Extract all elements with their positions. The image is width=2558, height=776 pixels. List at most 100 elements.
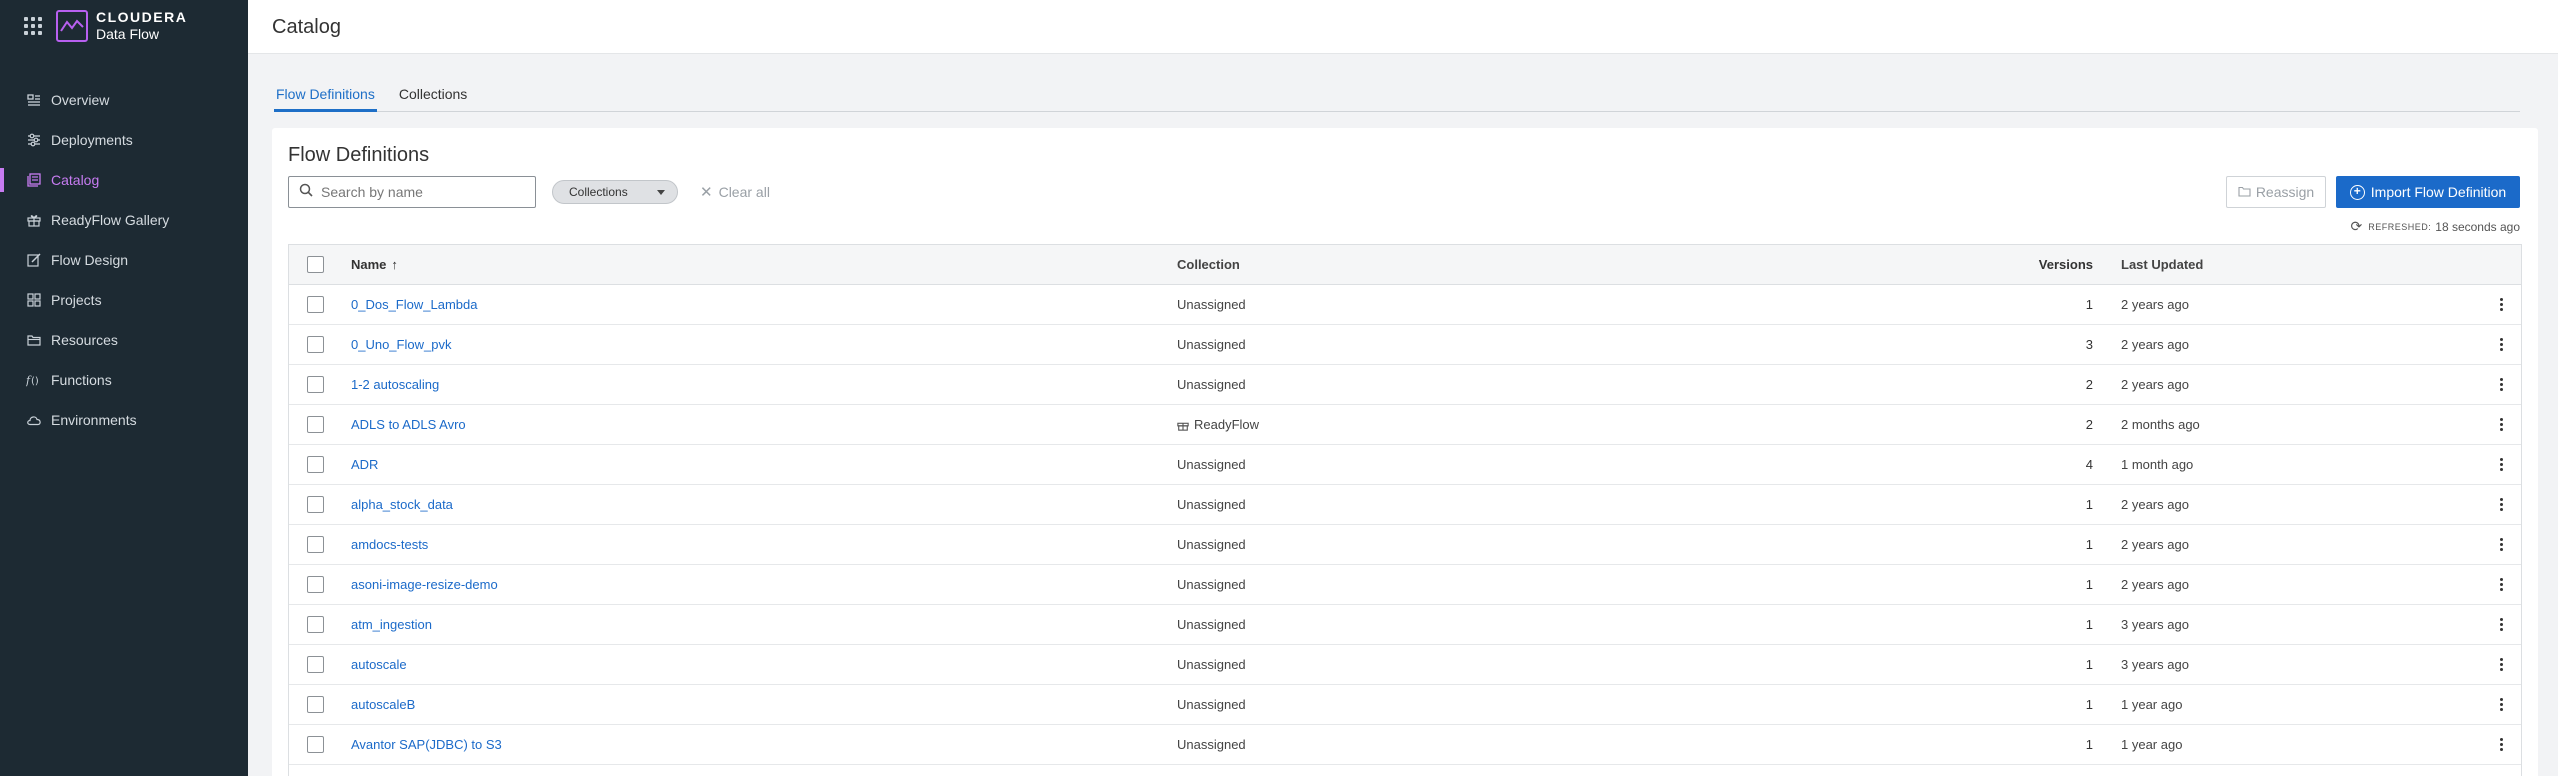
clear-all-button[interactable]: ✕ Clear all: [700, 180, 770, 204]
last-updated-cell: 1 month ago: [2121, 457, 2194, 472]
collection-cell: Unassigned: [1177, 457, 1246, 472]
row-checkbox[interactable]: [307, 496, 324, 513]
row-checkbox[interactable]: [307, 656, 324, 673]
page-header: Catalog: [248, 0, 2558, 54]
row-checkbox[interactable]: [307, 736, 324, 753]
refreshed-value: 18 seconds ago: [2435, 219, 2520, 234]
flow-definitions-table: Name ↑ Collection Versions Last Updated 0…: [288, 244, 2522, 776]
row-checkbox[interactable]: [307, 456, 324, 473]
row-actions-menu-icon[interactable]: [2499, 617, 2503, 633]
select-all-checkbox[interactable]: [307, 256, 324, 273]
table-header: Name ↑ Collection Versions Last Updated: [289, 245, 2521, 285]
column-header-collection: Collection: [1177, 257, 1240, 272]
row-checkbox[interactable]: [307, 696, 324, 713]
row-checkbox[interactable]: [307, 296, 324, 313]
flow-name-link[interactable]: amdocs-tests: [351, 537, 428, 552]
row-actions-menu-icon[interactable]: [2499, 737, 2503, 753]
plus-circle-icon: +: [2349, 184, 2365, 200]
row-actions-menu-icon[interactable]: [2499, 417, 2503, 433]
table-row: asoni-image-resize-demo Unassigned 1 2 y…: [289, 565, 2521, 605]
section-title: Flow Definitions: [288, 144, 430, 166]
flow-name-link[interactable]: 0_Dos_Flow_Lambda: [351, 297, 477, 312]
row-actions-menu-icon[interactable]: [2499, 657, 2503, 673]
sidebar: CLOUDERA Data Flow Overview Deployments …: [0, 0, 248, 776]
sidebar-item-resources[interactable]: Resources: [0, 320, 248, 360]
row-actions-menu-icon[interactable]: [2499, 577, 2503, 593]
deployments-icon: [26, 132, 42, 148]
collection-cell: Unassigned: [1177, 657, 1246, 672]
readyflow-icon: [1177, 419, 1189, 431]
table-row: 1-2 autoscaling Unassigned 2 2 years ago: [289, 365, 2521, 405]
close-icon: ✕: [700, 184, 713, 201]
flow-name-link[interactable]: autoscaleB: [351, 697, 415, 712]
refreshed-label: REFRESHED:: [2368, 221, 2432, 232]
sidebar-item-catalog[interactable]: Catalog: [0, 160, 248, 200]
reassign-button[interactable]: Reassign: [2226, 176, 2326, 208]
column-header-name[interactable]: Name ↑: [351, 257, 1177, 272]
sidebar-nav: Overview Deployments Catalog ReadyFlow G…: [0, 80, 248, 440]
row-actions-menu-icon[interactable]: [2499, 337, 2503, 353]
dataflow-logo-icon: [56, 10, 88, 42]
table-row: 0_Uno_Flow_pvk Unassigned 3 2 years ago: [289, 325, 2521, 365]
row-actions-menu-icon[interactable]: [2499, 457, 2503, 473]
flow-name-link[interactable]: atm_ingestion: [351, 617, 432, 632]
last-updated-cell: 1 year ago: [2121, 737, 2183, 752]
search-box[interactable]: [288, 176, 536, 208]
brand-name: CLOUDERA: [96, 9, 188, 25]
sidebar-item-deployments[interactable]: Deployments: [0, 120, 248, 160]
collection-cell: Unassigned: [1177, 297, 1246, 312]
app-switcher-icon[interactable]: [24, 17, 42, 35]
projects-icon: [26, 292, 42, 308]
sidebar-item-projects[interactable]: Projects: [0, 280, 248, 320]
sidebar-item-functions[interactable]: f() Functions: [0, 360, 248, 400]
search-input[interactable]: [321, 184, 521, 200]
table-row: atm_ingestion Unassigned 1 3 years ago: [289, 605, 2521, 645]
collection-cell: Unassigned: [1177, 337, 1246, 352]
row-actions-menu-icon[interactable]: [2499, 537, 2503, 553]
last-updated-cell: 2 months ago: [2121, 417, 2200, 432]
sidebar-item-environments[interactable]: Environments: [0, 400, 248, 440]
reassign-label: Reassign: [2255, 184, 2315, 200]
collection-cell: Unassigned: [1177, 617, 1246, 632]
flow-name-link[interactable]: 0_Uno_Flow_pvk: [351, 337, 451, 352]
flow-name-link[interactable]: ADR: [351, 457, 378, 472]
row-actions-menu-icon[interactable]: [2499, 377, 2503, 393]
flow-name-link[interactable]: Avantor SAP(JDBC) to S3: [351, 737, 502, 752]
collections-filter-dropdown[interactable]: Collections: [552, 180, 678, 204]
sidebar-item-flow-design[interactable]: Flow Design: [0, 240, 248, 280]
tab-collections[interactable]: Collections: [397, 82, 469, 112]
last-updated-cell: 2 years ago: [2121, 537, 2189, 552]
versions-cell: 1: [2085, 577, 2093, 592]
row-checkbox[interactable]: [307, 536, 324, 553]
versions-cell: 1: [2085, 537, 2093, 552]
flow-name-link[interactable]: asoni-image-resize-demo: [351, 577, 498, 592]
flow-name-link[interactable]: ADLS to ADLS Avro: [351, 417, 466, 432]
tab-flow-definitions[interactable]: Flow Definitions: [274, 82, 377, 112]
cloud-icon: [26, 412, 42, 428]
brand: CLOUDERA Data Flow: [24, 8, 187, 44]
function-icon: f(): [26, 372, 42, 388]
table-row: autoscale Unassigned 1 3 years ago: [289, 645, 2521, 685]
row-actions-menu-icon[interactable]: [2499, 297, 2503, 313]
row-actions-menu-icon[interactable]: [2499, 697, 2503, 713]
flow-name-link[interactable]: autoscale: [351, 657, 407, 672]
sidebar-item-readyflow-gallery[interactable]: ReadyFlow Gallery: [0, 200, 248, 240]
row-checkbox[interactable]: [307, 616, 324, 633]
row-actions-menu-icon[interactable]: [2499, 497, 2503, 513]
flow-name-link[interactable]: 1-2 autoscaling: [351, 377, 439, 392]
flow-name-link[interactable]: alpha_stock_data: [351, 497, 453, 512]
row-checkbox[interactable]: [307, 376, 324, 393]
column-header-versions: Versions: [2038, 257, 2093, 272]
last-updated-cell: 2 years ago: [2121, 377, 2189, 392]
refresh-icon[interactable]: ⟳: [2351, 218, 2363, 235]
versions-cell: 2: [2085, 377, 2093, 392]
tab-bar: Flow Definitions Collections: [274, 82, 2520, 112]
sidebar-item-overview[interactable]: Overview: [0, 80, 248, 120]
row-checkbox[interactable]: [307, 576, 324, 593]
row-checkbox[interactable]: [307, 416, 324, 433]
table-row: autoscaleB Unassigned 1 1 year ago: [289, 685, 2521, 725]
versions-cell: 1: [2085, 697, 2093, 712]
import-flow-definition-button[interactable]: + Import Flow Definition: [2336, 176, 2520, 208]
table-row: amdocs-tests Unassigned 1 2 years ago: [289, 525, 2521, 565]
row-checkbox[interactable]: [307, 336, 324, 353]
